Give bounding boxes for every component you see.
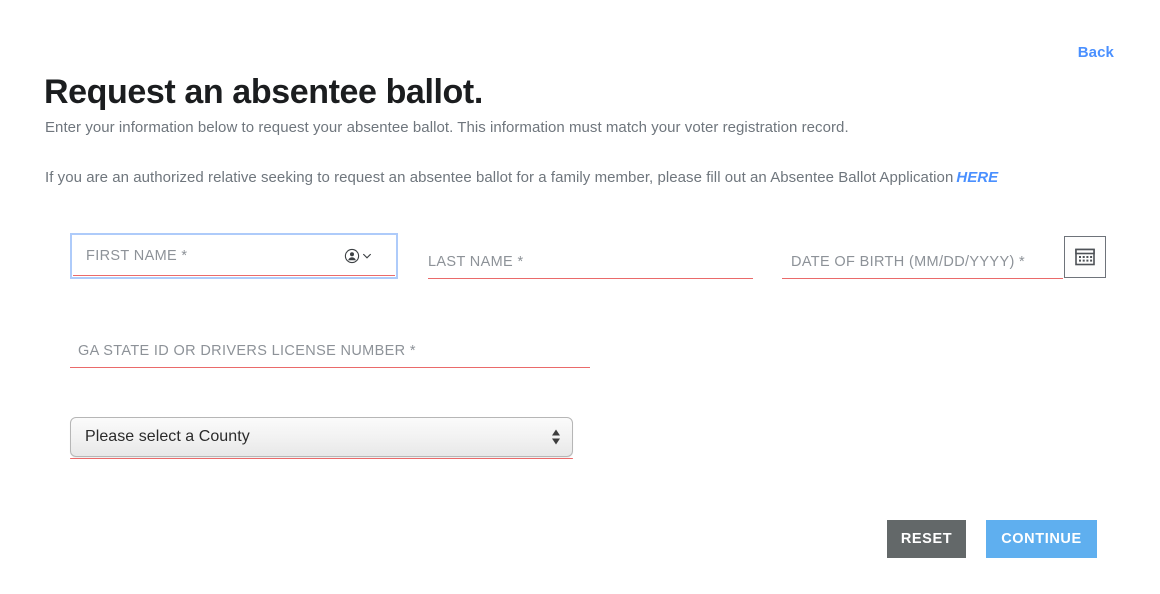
reset-button[interactable]: RESET: [887, 520, 966, 558]
last-name-field[interactable]: LAST NAME *: [428, 233, 753, 279]
date-of-birth-field[interactable]: DATE OF BIRTH (MM/DD/YYYY) *: [782, 233, 1063, 279]
chevron-down-icon: [552, 438, 560, 445]
county-select-value: Please select a County: [85, 428, 250, 445]
state-id-field[interactable]: GA STATE ID OR DRIVERS LICENSE NUMBER *: [70, 324, 590, 368]
first-name-label: FIRST NAME *: [86, 248, 188, 264]
first-name-field[interactable]: FIRST NAME *: [70, 233, 398, 279]
county-select[interactable]: Please select a County: [70, 417, 573, 457]
calendar-icon: [1075, 248, 1095, 266]
intro-paragraph-2: If you are an authorized relative seekin…: [45, 167, 998, 189]
back-link[interactable]: Back: [1078, 44, 1114, 61]
intro-paragraph-1: Enter your information below to request …: [45, 119, 849, 136]
last-name-required-underline: [428, 277, 753, 279]
state-id-required-underline: [70, 366, 590, 368]
contact-autofill-icon[interactable]: [344, 248, 372, 264]
page-title: Request an absentee ballot.: [44, 73, 483, 111]
calendar-icon-button[interactable]: [1064, 236, 1106, 278]
continue-button[interactable]: CONTINUE: [986, 520, 1097, 558]
chevron-up-icon: [552, 429, 560, 436]
intro-paragraph-2-text: If you are an authorized relative seekin…: [45, 169, 954, 186]
date-of-birth-required-underline: [782, 277, 1063, 279]
county-select-wrapper[interactable]: Please select a County: [70, 417, 573, 459]
last-name-label: LAST NAME *: [428, 254, 524, 270]
absentee-ballot-application-link[interactable]: HERE: [956, 169, 998, 186]
date-of-birth-label: DATE OF BIRTH (MM/DD/YYYY) *: [791, 254, 1026, 270]
state-id-label: GA STATE ID OR DRIVERS LICENSE NUMBER *: [78, 343, 416, 359]
first-name-required-underline: [73, 274, 395, 276]
county-required-underline: [70, 457, 573, 459]
stepper-arrows-icon: [552, 429, 560, 445]
